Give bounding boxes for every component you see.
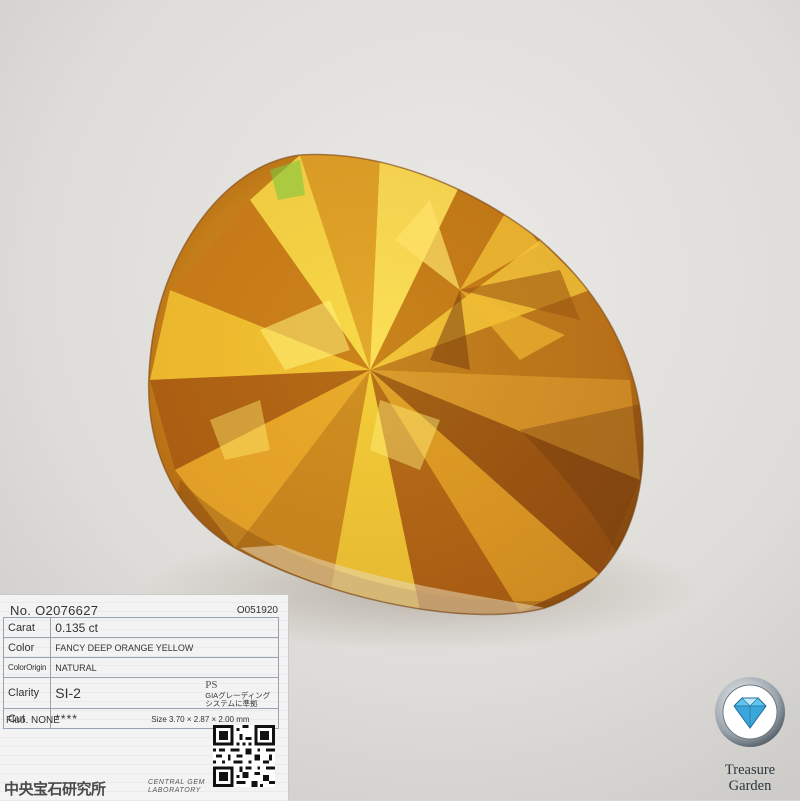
lab-name-english: CENTRAL GEM LABORATORY — [148, 779, 205, 795]
size-measurement: Size 3.70 × 2.87 × 2.00 mm — [151, 714, 250, 724]
grading-report-card: No. O2076627 O051920 Carat 0.135 ct Color… — [0, 594, 289, 801]
color-value: FANCY DEEP ORANGE YELLOW — [50, 637, 279, 658]
brand-name: Treasure Garden — [706, 762, 794, 794]
color-label: Color — [2, 637, 52, 658]
shape-code: PS — [205, 679, 218, 691]
cut-wrap: **** Size 3.70 × 2.87 × 2.00 mm — [55, 712, 274, 726]
row-carat: Carat 0.135 ct — [2, 617, 279, 638]
report-secondary-code: O051920 — [236, 605, 278, 616]
lab-name-japanese: 中央宝石研究所 — [4, 781, 106, 798]
report-number: No. O2076627 — [6, 603, 98, 618]
brand-name-line2: Garden — [728, 778, 772, 794]
gia-note: GIAグレーディング システムに準拠 — [205, 692, 288, 708]
color-origin-label: ColorOrigin — [2, 657, 52, 678]
clarity-wrap: SI-2 PS GIAグレーディング システムに準拠 — [55, 679, 274, 708]
lab-name-english-line1: CENTRAL GEM — [148, 779, 206, 786]
clarity-cell: SI-2 PS GIAグレーディング システムに準拠 — [50, 677, 279, 709]
row-clarity: Clarity SI-2 PS GIAグレーディング システムに準拠 — [2, 677, 279, 709]
report-number-value: O2076627 — [35, 603, 99, 618]
report-table: Carat 0.135 ct Color FANCY DEEP ORANGE Y… — [2, 617, 279, 729]
lab-name-english-line2: LABORATORY — [148, 787, 201, 794]
carat-value: 0.135 ct — [50, 617, 279, 638]
report-number-label: No. — [10, 603, 32, 618]
carat-label: Carat — [2, 617, 52, 638]
color-origin-value: NATURAL — [50, 657, 279, 678]
brand-name-line1: Treasure — [724, 762, 776, 778]
brand-logo: Treasure Garden — [706, 676, 794, 796]
diamond-icon — [715, 677, 785, 747]
clarity-label: Clarity — [2, 677, 52, 709]
clarity-value: SI-2 — [55, 685, 81, 701]
row-color-origin: ColorOrigin NATURAL — [2, 657, 279, 678]
qr-code — [213, 725, 275, 787]
fluorescence: Fluo. NONE — [6, 715, 60, 726]
row-color: Color FANCY DEEP ORANGE YELLOW — [2, 637, 279, 658]
gia-note-line2: システムに準拠 — [205, 699, 258, 708]
